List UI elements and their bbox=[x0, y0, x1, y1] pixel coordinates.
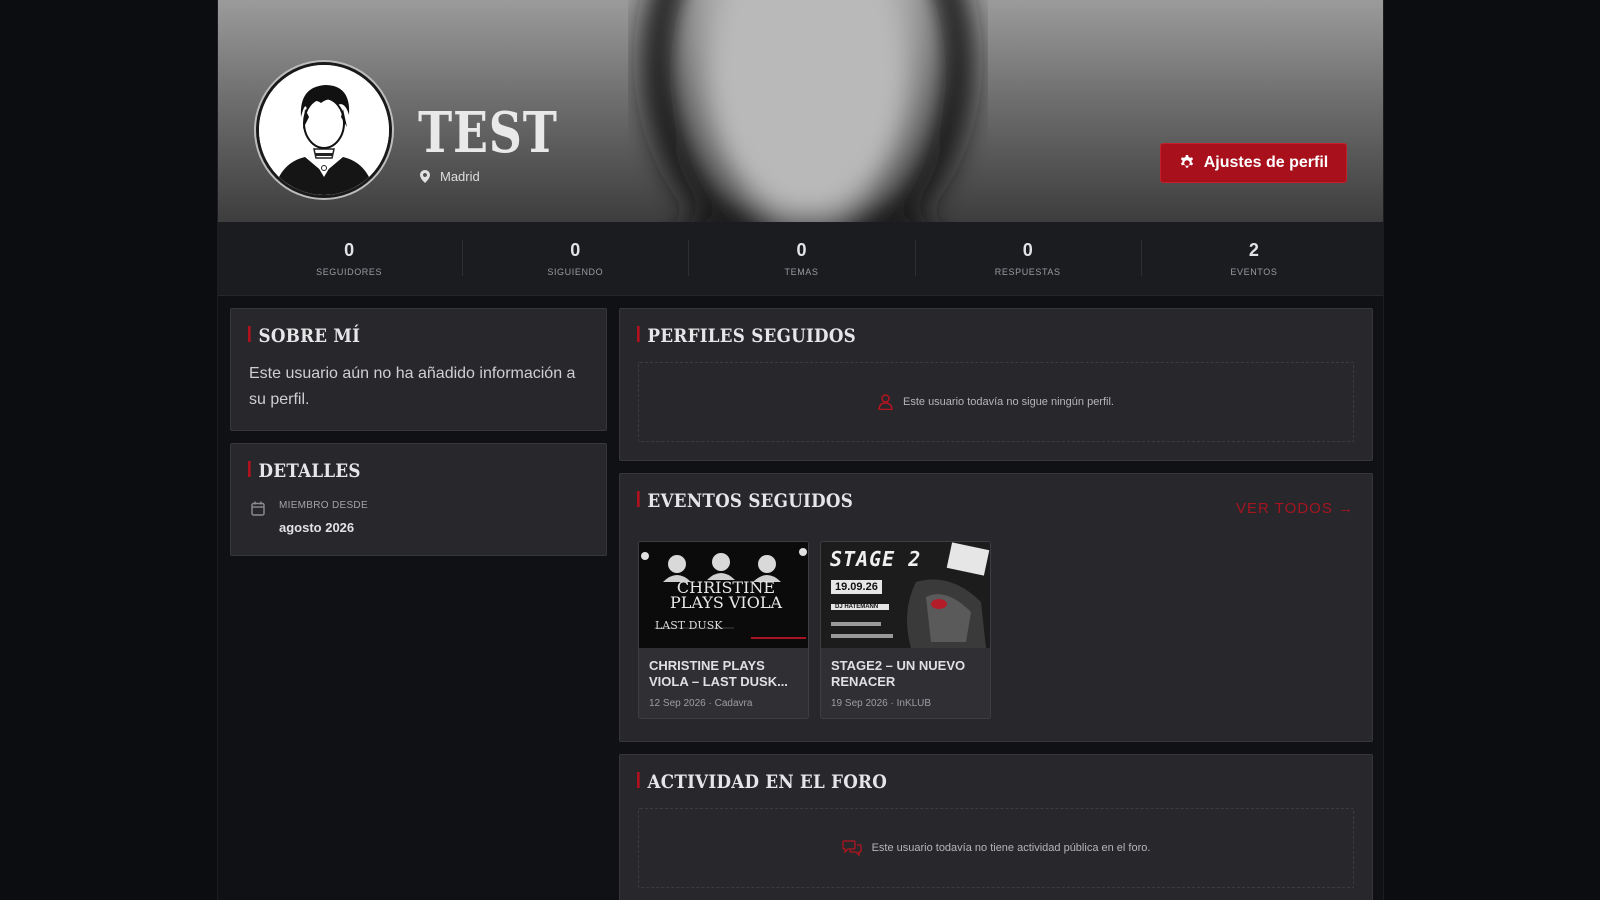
followed-profiles-card: PERFILES SEGUIDOS Este usuario todavía n… bbox=[619, 308, 1373, 461]
about-text: Este usuario aún no ha añadido informaci… bbox=[249, 365, 576, 408]
member-since-value: agosto 2026 bbox=[279, 520, 355, 535]
stat-label: RESPUESTAS bbox=[994, 267, 1061, 277]
gear-icon bbox=[1180, 155, 1193, 168]
avatar[interactable] bbox=[256, 62, 392, 198]
forum-activity-empty-text: Este usuario todavía no tiene actividad … bbox=[871, 842, 1151, 854]
forum-activity-title: ACTIVIDAD EN EL FORO bbox=[637, 771, 887, 793]
stat-label: SIGUIENDO bbox=[547, 267, 604, 277]
banner-figure-image bbox=[643, 0, 973, 222]
stat-value: 2 bbox=[1248, 240, 1259, 260]
event-title: STAGE2 – UN NUEVO RENACER bbox=[831, 658, 966, 689]
username: TEST bbox=[418, 100, 558, 166]
event-card[interactable]: CHRISTINE PLAYS VIOLA LAST DUSK CHRISTIN… bbox=[638, 541, 809, 719]
stat-replies[interactable]: 0 RESPUESTAS bbox=[914, 222, 1141, 295]
stat-label: EVENTOS bbox=[1230, 267, 1278, 277]
event-meta: 12 Sep 2026 · Cadavra bbox=[649, 698, 753, 709]
event-poster-subtitle: LAST DUSK bbox=[655, 619, 723, 632]
forum-activity-empty: Este usuario todavía no tiene actividad … bbox=[638, 808, 1354, 888]
followed-events-title: EVENTOS SEGUIDOS bbox=[637, 490, 853, 512]
profile-settings-button[interactable]: Ajustes de perfil bbox=[1160, 143, 1347, 183]
stat-following[interactable]: 0 SIGUIENDO bbox=[462, 222, 688, 295]
event-meta: 19 Sep 2026 · InKLUB bbox=[831, 698, 932, 709]
member-since-row: MIEMBRO DESDE agosto 2026 bbox=[251, 500, 368, 535]
event-card[interactable]: STAGE 2 19.09.26 DJ HATEMANN STAGE2 – UN… bbox=[820, 541, 991, 719]
chat-bubbles-icon bbox=[841, 840, 862, 856]
location: Madrid bbox=[420, 169, 480, 184]
stat-topics[interactable]: 0 TEMAS bbox=[688, 222, 914, 295]
stat-value: 0 bbox=[570, 240, 581, 260]
map-pin-icon bbox=[420, 170, 430, 183]
followed-events-card: EVENTOS SEGUIDOS VER TODOS → CHRISTINE P… bbox=[619, 473, 1373, 742]
stat-events[interactable]: 2 EVENTOS bbox=[1140, 222, 1367, 295]
event-poster-title: CHRISTINE PLAYS VIOLA bbox=[669, 578, 783, 612]
details-title: DETALLES bbox=[248, 460, 361, 482]
view-all-events-link[interactable]: VER TODOS → bbox=[1236, 500, 1354, 517]
event-poster-image: STAGE 2 19.09.26 DJ HATEMANN bbox=[821, 542, 990, 648]
about-card: SOBRE MÍ Este usuario aún no ha añadido … bbox=[230, 308, 607, 431]
stats-bar: 0 SEGUIDORES 0 SIGUIENDO 0 TEMAS 0 RESPU… bbox=[218, 222, 1383, 296]
followed-profiles-empty-text: Este usuario todavía no sigue ningún per… bbox=[903, 396, 1114, 408]
event-poster-title: STAGE 2 bbox=[830, 547, 922, 571]
profile-page: TEST Madrid Ajustes de perfil 0 SEGUIDOR… bbox=[217, 0, 1384, 900]
event-title: CHRISTINE PLAYS VIOLA – LAST DUSK... bbox=[649, 658, 788, 689]
settings-button-label: Ajustes de perfil bbox=[1203, 154, 1329, 171]
stat-value: 0 bbox=[1022, 240, 1033, 260]
profile-banner: TEST Madrid Ajustes de perfil bbox=[218, 0, 1383, 222]
forum-activity-card: ACTIVIDAD EN EL FORO Este usuario todaví… bbox=[619, 754, 1373, 900]
stat-followers[interactable]: 0 SEGUIDORES bbox=[236, 222, 462, 295]
calendar-icon bbox=[251, 501, 265, 516]
user-icon bbox=[878, 394, 893, 410]
stat-value: 0 bbox=[796, 240, 807, 260]
location-text: Madrid bbox=[440, 169, 480, 184]
followed-profiles-title: PERFILES SEGUIDOS bbox=[637, 325, 856, 347]
stat-value: 0 bbox=[344, 240, 355, 260]
member-since-label: MIEMBRO DESDE bbox=[279, 500, 368, 511]
details-card: DETALLES MIEMBRO DESDE agosto 2026 bbox=[230, 443, 607, 556]
avatar-image bbox=[259, 65, 389, 195]
event-poster-subtitle: DJ HATEMANN bbox=[835, 604, 879, 610]
event-poster-image: CHRISTINE PLAYS VIOLA LAST DUSK bbox=[639, 542, 808, 648]
event-poster-date: 19.09.26 bbox=[831, 580, 882, 594]
stat-label: TEMAS bbox=[784, 267, 819, 277]
stat-label: SEGUIDORES bbox=[316, 267, 383, 277]
followed-profiles-empty: Este usuario todavía no sigue ningún per… bbox=[638, 362, 1354, 442]
about-title: SOBRE MÍ bbox=[248, 325, 360, 347]
